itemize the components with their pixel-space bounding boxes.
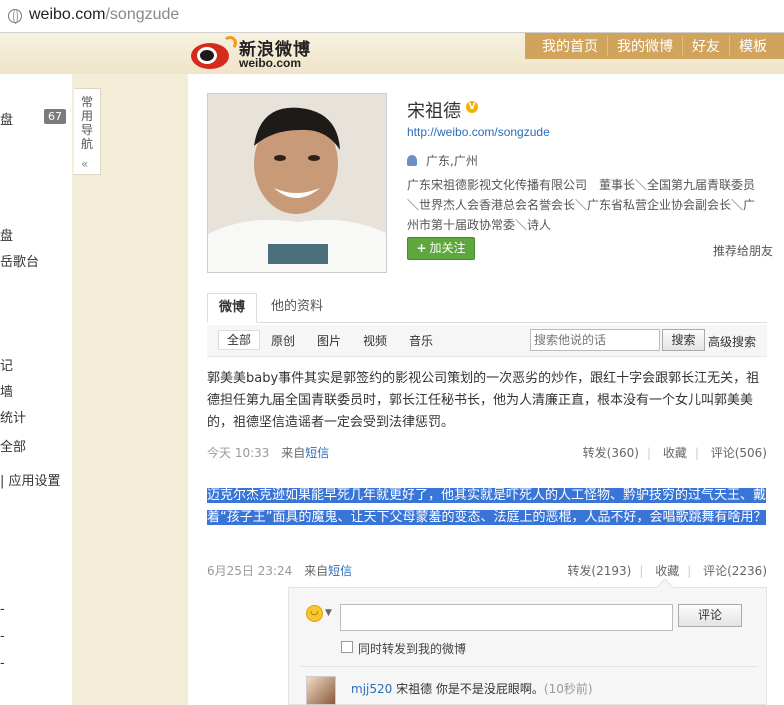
filter-all[interactable]: 全部 — [218, 330, 261, 350]
nav-templates[interactable]: 模板 — [729, 36, 776, 56]
location-text: 广东,广州 — [426, 154, 478, 168]
search-button[interactable]: 搜索 — [662, 329, 705, 351]
comment-time: (10秒前) — [543, 682, 593, 696]
user-icon — [407, 155, 417, 166]
profile-url-link[interactable]: http://weibo.com/songzude — [407, 125, 550, 139]
post-actions: 转发(360) | 收藏 | 评论(506) — [575, 444, 767, 461]
source-link[interactable]: 短信 — [328, 564, 352, 578]
common-nav-toggle[interactable]: 常用导航 « — [74, 88, 101, 175]
profile-name: 宋祖德 — [407, 101, 461, 122]
recommend-to-friends-link[interactable]: 推荐给朋友 — [713, 242, 773, 259]
profile-location: 广东,广州 — [407, 152, 478, 169]
address-bar[interactable]: weibo.com/songzude — [0, 0, 784, 33]
common-nav-label: 常用导航 — [81, 95, 94, 151]
emoji-caret-icon[interactable]: ▼ — [325, 608, 332, 618]
verified-icon[interactable]: V — [466, 101, 478, 113]
filter-music[interactable]: 音乐 — [409, 332, 433, 349]
favorite-link[interactable]: 收藏 — [655, 564, 679, 578]
post-text: 迈克尔杰克逊如果能早死几年就更好了，他其实就是吓死人的人工怪物、黔驴技穷的过气天… — [207, 485, 767, 529]
repost-link[interactable]: 转发(360) — [583, 446, 639, 460]
search-input[interactable] — [530, 329, 660, 351]
comment-input[interactable] — [340, 604, 673, 631]
sidebar-item[interactable]: 盘 — [0, 225, 13, 244]
globe-icon — [8, 9, 22, 24]
also-repost-label: 同时转发到我的微博 — [358, 642, 467, 656]
sidebar-item-app-settings[interactable]: | 应用设置 — [0, 470, 61, 489]
sidebar-item[interactable]: 记 — [0, 355, 13, 374]
commenter-name[interactable]: mjj520 — [351, 682, 392, 696]
filter-videos[interactable]: 视频 — [363, 332, 387, 349]
filter-original[interactable]: 原创 — [271, 332, 295, 349]
site-header: 新浪微博 weibo.com 我的首页 我的微博 好友 模板 — [0, 33, 784, 74]
favorite-link[interactable]: 收藏 — [663, 446, 687, 460]
post-time[interactable]: 今天 10:33 — [207, 446, 269, 460]
sidebar-item[interactable]: - — [0, 656, 5, 671]
commenter-avatar[interactable] — [306, 676, 336, 705]
post-meta: 6月25日 23:24 来自短信 转发(2193) | 收藏 | 评论(2236) — [207, 562, 767, 578]
left-sidebar: 盘 67 盘 岳歌台 记 墙 统计 全部 | 应用设置 - - - — [0, 74, 72, 705]
post-time[interactable]: 6月25日 23:24 — [207, 564, 292, 578]
profile-tabs: 微博 他的资料 — [207, 293, 767, 323]
post-source: 来自短信 — [304, 564, 352, 578]
top-nav: 我的首页 我的微博 好友 模板 — [525, 33, 784, 59]
collapse-chevron-icon: « — [81, 157, 89, 171]
sidebar-item[interactable]: 岳歌台 — [0, 251, 39, 270]
repost-link[interactable]: 转发(2193) — [567, 564, 631, 578]
selected-text: 迈克尔杰克逊如果能早死几年就更好了，他其实就是吓死人的人工怪物、黔驴技穷的过气天… — [207, 488, 767, 525]
comment-divider — [300, 666, 758, 667]
tab-his-info[interactable]: 他的资料 — [271, 293, 323, 323]
comment-link[interactable]: 评论(506) — [711, 446, 767, 460]
action-separator: | — [694, 446, 699, 460]
sidebar-item[interactable]: 墙 — [0, 381, 13, 400]
comment-link[interactable]: 评论(2236) — [703, 564, 767, 578]
follow-label: 加关注 — [429, 241, 466, 255]
sidebar-item[interactable]: - — [0, 629, 5, 644]
source-link[interactable]: 短信 — [305, 446, 329, 460]
post-meta: 今天 10:33 来自短信 转发(360) | 收藏 | 评论(506) — [207, 444, 767, 460]
url-text[interactable]: weibo.com/songzude — [29, 6, 179, 24]
nav-my-weibo[interactable]: 我的微博 — [607, 36, 682, 56]
sidebar-item[interactable]: 盘 — [0, 109, 13, 128]
plus-icon: + — [416, 241, 427, 255]
profile-avatar[interactable] — [207, 93, 387, 273]
comment-text: 宋祖德 你是不是没屁眼啊。 — [396, 682, 544, 696]
source-prefix: 来自 — [281, 446, 306, 460]
sidebar-item[interactable]: 统计 — [0, 407, 26, 426]
post-actions: 转发(2193) | 收藏 | 评论(2236) — [559, 562, 767, 579]
weibo-logo[interactable]: 新浪微博 weibo.com — [189, 35, 329, 73]
nav-friends[interactable]: 好友 — [682, 36, 729, 56]
comment-submit-button[interactable]: 评论 — [678, 604, 742, 627]
sidebar-item[interactable]: - — [0, 602, 5, 617]
post-source: 来自短信 — [281, 446, 329, 460]
action-separator: | — [687, 564, 692, 578]
emoji-icon[interactable] — [306, 605, 323, 622]
source-prefix: 来自 — [304, 564, 329, 578]
nav-my-home[interactable]: 我的首页 — [533, 36, 607, 56]
sidebar-item[interactable]: 全部 — [0, 436, 26, 455]
weibo-ray-icon — [223, 36, 237, 50]
count-badge: 67 — [44, 109, 66, 124]
logo-en-text: weibo.com — [239, 56, 302, 70]
action-separator: | — [639, 564, 644, 578]
comment-item: mjj520 宋祖德 你是不是没屁眼啊。(10秒前) — [351, 680, 593, 697]
profile-bio: 广东宋祖德影视文化传播有限公司 董事长＼全国第九届青联委员＼世界杰人会香港总会名… — [407, 178, 756, 232]
filter-images[interactable]: 图片 — [317, 332, 341, 349]
advanced-search-link[interactable]: 高级搜索 — [708, 333, 756, 350]
follow-button[interactable]: + 加关注 — [407, 237, 475, 260]
tab-weibo[interactable]: 微博 — [207, 293, 257, 323]
post-text: 郭美美baby事件其实是郭签约的影视公司策划的一次恶劣的炒作，跟红十字会跟郭长江… — [207, 371, 760, 430]
avatar-portrait-icon — [208, 94, 386, 272]
action-separator: | — [646, 446, 651, 460]
also-repost-checkbox[interactable] — [341, 641, 353, 653]
